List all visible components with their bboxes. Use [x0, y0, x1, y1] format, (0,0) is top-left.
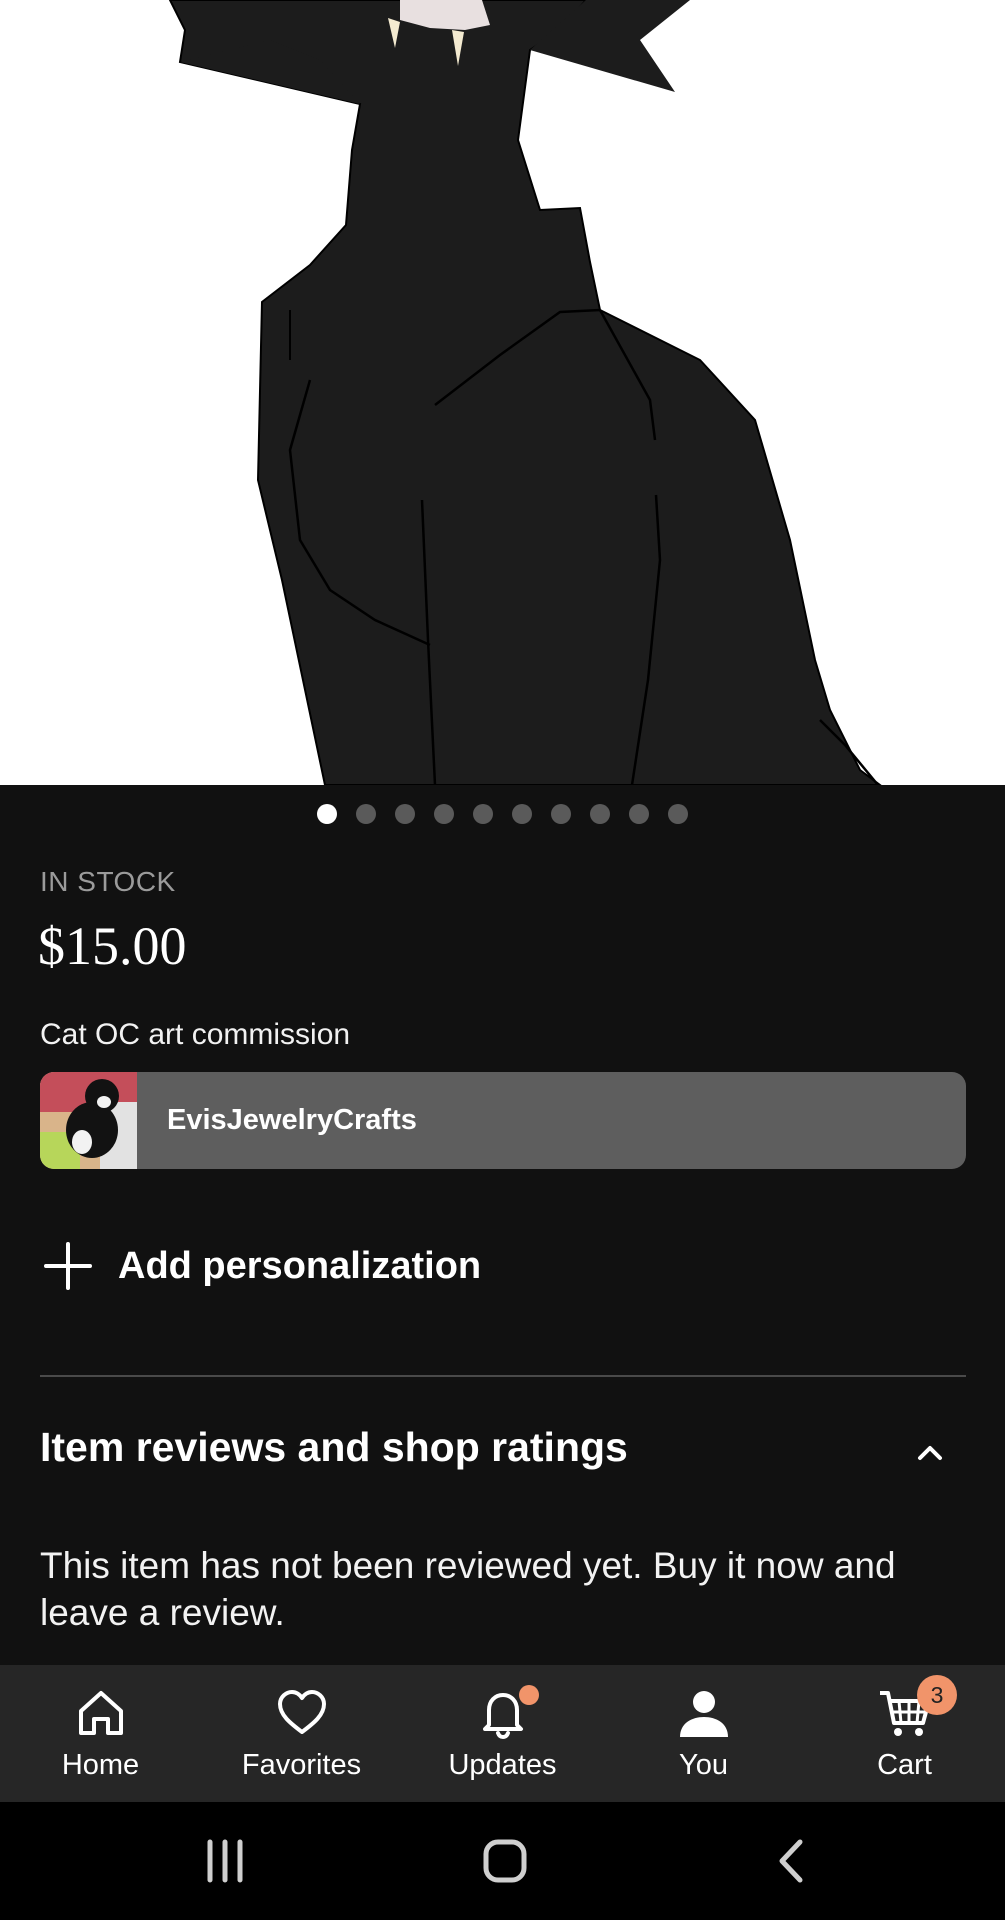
- home-icon: [78, 1691, 123, 1735]
- reviews-empty-text: This item has not been reviewed yet. Buy…: [40, 1545, 896, 1633]
- shop-name: EvisJewelryCrafts: [167, 1104, 417, 1136]
- tab-favorites[interactable]: Favorites: [201, 1665, 402, 1802]
- tab-updates[interactable]: Updates: [402, 1665, 603, 1802]
- pagination-dot[interactable]: [629, 804, 649, 824]
- pagination-dot[interactable]: [395, 804, 415, 824]
- pagination-dot[interactable]: [317, 804, 337, 824]
- cat-illustration: [0, 0, 1005, 785]
- tab-label: You: [679, 1749, 728, 1781]
- tab-label: Cart: [877, 1749, 932, 1781]
- pagination-dot[interactable]: [356, 804, 376, 824]
- shop-avatar: [40, 1072, 137, 1169]
- home-nav-icon[interactable]: [482, 1836, 528, 1886]
- tab-you[interactable]: You: [603, 1665, 804, 1802]
- updates-notification-dot: [519, 1685, 539, 1705]
- tab-home[interactable]: Home: [0, 1665, 201, 1802]
- shop-link[interactable]: EvisJewelryCrafts: [40, 1072, 966, 1169]
- stock-status: IN STOCK: [40, 866, 176, 897]
- heart-icon: [277, 1690, 326, 1734]
- divider: [40, 1375, 966, 1377]
- pagination-dot[interactable]: [434, 804, 454, 824]
- add-personalization-label: Add personalization: [118, 1244, 482, 1287]
- person-icon: [679, 1691, 728, 1737]
- product-image[interactable]: [0, 0, 1005, 785]
- item-title: Cat OC art commission: [40, 1018, 351, 1051]
- reviews-heading[interactable]: Item reviews and shop ratings: [40, 1424, 628, 1471]
- tab-cart[interactable]: 3 Cart: [804, 1665, 1005, 1802]
- tab-label: Favorites: [241, 1749, 362, 1781]
- plus-icon: [44, 1242, 92, 1290]
- pagination-dot[interactable]: [512, 804, 532, 824]
- pagination-dot[interactable]: [590, 804, 610, 824]
- back-icon[interactable]: [772, 1836, 808, 1886]
- add-personalization-button[interactable]: Add personalization: [40, 1236, 481, 1296]
- chevron-up-icon[interactable]: [913, 1435, 947, 1469]
- pagination-dot[interactable]: [551, 804, 571, 824]
- pagination-dot[interactable]: [668, 804, 688, 824]
- cart-count-badge: 3: [917, 1675, 957, 1715]
- recent-apps-icon[interactable]: [202, 1836, 248, 1886]
- pagination-dot[interactable]: [473, 804, 493, 824]
- price: $15.00: [38, 916, 187, 976]
- bottom-tab-bar: Home Favorites Updates You 3 Cart: [0, 1665, 1005, 1802]
- tab-label: Home: [61, 1749, 140, 1781]
- system-navigation-bar: [0, 1802, 1005, 1920]
- tab-label: Updates: [448, 1749, 557, 1781]
- gallery-pagination[interactable]: [0, 804, 1005, 824]
